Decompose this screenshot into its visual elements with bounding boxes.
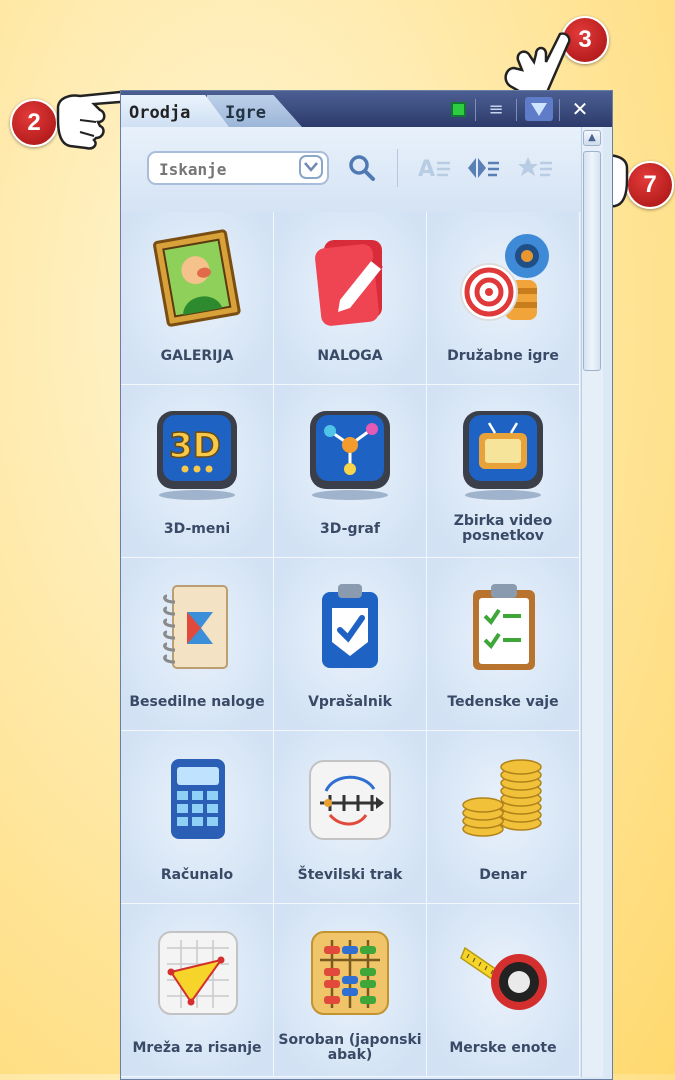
tool-tile-naloga[interactable]: NALOGA bbox=[274, 212, 427, 385]
titlebar-divider bbox=[516, 99, 517, 121]
weekly-exercises-icon bbox=[473, 584, 535, 670]
tools-grid: GALERIJA NALOGA Družabne igre 3D 3D-meni… bbox=[121, 212, 580, 1077]
tool-label: Merske enote bbox=[449, 1039, 557, 1056]
svg-text:A: A bbox=[418, 157, 435, 181]
list-icon[interactable]: ≡ bbox=[484, 97, 508, 121]
tool-label: NALOGA bbox=[317, 347, 383, 364]
tool-tile-merske-enote[interactable]: Merske enote bbox=[427, 904, 580, 1077]
titlebar-divider bbox=[559, 99, 560, 121]
tool-label: Vprašalnik bbox=[308, 693, 392, 710]
titlebar-divider bbox=[475, 99, 476, 121]
tool-label: Zbirka video posnetkov bbox=[453, 513, 553, 544]
tool-label: Soroban (japonski abak) bbox=[278, 1032, 422, 1063]
tool-label: 3D-meni bbox=[163, 520, 231, 537]
tool-tile-galerija[interactable]: GALERIJA bbox=[121, 212, 274, 385]
tool-label: Besedilne naloge bbox=[129, 693, 265, 710]
number-line-icon bbox=[309, 760, 391, 840]
tool-tile-3d-graf[interactable]: 3D-graf bbox=[274, 385, 427, 558]
abacus-icon bbox=[311, 931, 389, 1015]
favorites-sort-icon[interactable] bbox=[515, 153, 555, 183]
drawing-grid-icon bbox=[158, 931, 238, 1015]
panel-titlebar: Igre Orodja ≡ ✕ bbox=[121, 91, 612, 127]
task-icon bbox=[315, 240, 383, 326]
tools-panel: Igre Orodja ≡ ✕ A ▲ bbox=[120, 90, 613, 1080]
tool-tile-racunalo[interactable]: Računalo bbox=[121, 731, 274, 904]
questionnaire-icon bbox=[322, 584, 378, 668]
pointing-hand-icon bbox=[56, 90, 128, 150]
arrange-icon[interactable] bbox=[464, 153, 502, 183]
tool-tile-besedilne-naloge[interactable]: Besedilne naloge bbox=[121, 558, 274, 731]
panel-toolbar: A bbox=[121, 127, 581, 212]
alphabetical-sort-icon[interactable]: A bbox=[416, 153, 454, 183]
tool-tile-mreza-za-risanje[interactable]: Mreža za risanje bbox=[121, 904, 274, 1077]
search-field[interactable] bbox=[147, 151, 329, 185]
tool-tile-tedenske-vaje[interactable]: Tedenske vaje bbox=[427, 558, 580, 731]
party-games-icon bbox=[460, 234, 549, 321]
tool-tile-soroban[interactable]: Soroban (japonski abak) bbox=[274, 904, 427, 1077]
search-icon[interactable] bbox=[345, 153, 379, 183]
measuring-tape-icon bbox=[460, 946, 547, 1010]
scroll-up-button[interactable]: ▲ bbox=[583, 130, 601, 146]
tool-label: Tedenske vaje bbox=[447, 693, 559, 710]
word-problems-icon bbox=[163, 585, 228, 669]
tool-label: GALERIJA bbox=[160, 347, 234, 364]
tool-label: Številski trak bbox=[297, 866, 403, 883]
calculator-icon bbox=[171, 759, 225, 839]
tool-label: Mreža za risanje bbox=[132, 1039, 262, 1056]
money-icon bbox=[462, 759, 542, 837]
tool-tile-denar[interactable]: Denar bbox=[427, 731, 580, 904]
video-collection-icon bbox=[463, 411, 543, 500]
svg-text:3D: 3D bbox=[169, 426, 221, 466]
tool-tile-vprasalnik[interactable]: Vprašalnik bbox=[274, 558, 427, 731]
tool-tile-druzabne-igre[interactable]: Družabne igre bbox=[427, 212, 580, 385]
search-input[interactable] bbox=[157, 157, 301, 181]
3d-graph-icon bbox=[310, 411, 390, 500]
tool-label: Denar bbox=[479, 866, 527, 883]
toolbar-divider bbox=[397, 149, 398, 187]
scroll-thumb[interactable] bbox=[583, 151, 601, 371]
close-icon[interactable]: ✕ bbox=[568, 97, 592, 121]
tool-label: Računalo bbox=[160, 866, 234, 883]
tool-tile-stevilski-trak[interactable]: Številski trak bbox=[274, 731, 427, 904]
menu-triangle-icon[interactable] bbox=[525, 97, 553, 121]
tool-tile-zbirka-video[interactable]: Zbirka video posnetkov bbox=[427, 385, 580, 558]
tool-tile-3d-meni[interactable]: 3D 3D-meni bbox=[121, 385, 274, 558]
gallery-icon bbox=[153, 229, 241, 327]
3d-menu-icon: 3D bbox=[157, 411, 237, 500]
tool-label: Družabne igre bbox=[447, 347, 559, 364]
vertical-scrollbar[interactable]: ▲ bbox=[581, 127, 603, 1077]
chevron-down-icon[interactable] bbox=[299, 155, 323, 179]
status-indicator-icon[interactable] bbox=[448, 97, 468, 121]
tool-label: 3D-graf bbox=[320, 520, 380, 537]
